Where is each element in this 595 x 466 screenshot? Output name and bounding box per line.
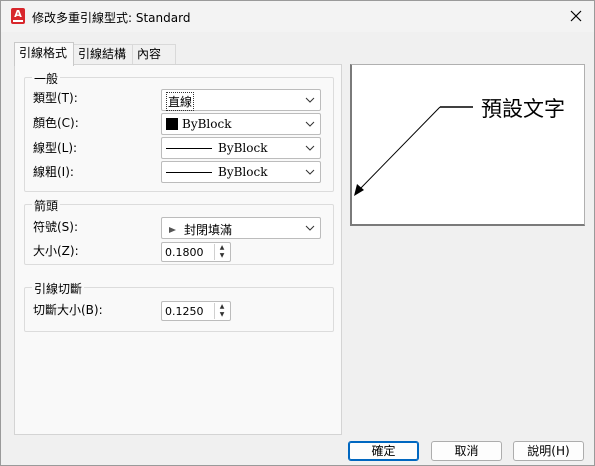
color-combo[interactable]: ByBlock (161, 113, 321, 135)
general-group: 一般 類型(T): 直線 顏色(C): ByBlock 線型(L): ByBlo… (24, 70, 334, 192)
linetype-combo[interactable]: ByBlock (161, 137, 321, 159)
help-button[interactable]: 說明(H) (513, 441, 584, 461)
break-size-spinner[interactable]: 0.1250 ▲ ▼ (161, 301, 231, 321)
type-value: 直線 (166, 92, 195, 111)
chevron-down-icon (305, 97, 315, 103)
landing-break-group: 引線切斷 切斷大小(B): 0.1250 ▲ ▼ (24, 280, 334, 332)
tab-content[interactable]: 內容 (132, 44, 176, 65)
tab-leader-structure[interactable]: 引線結構 (73, 44, 133, 65)
linetype-value: ByBlock (218, 141, 268, 155)
close-button[interactable] (566, 6, 586, 26)
chevron-down-icon (305, 225, 315, 231)
arrow-size-label: 大小(Z): (33, 244, 79, 258)
arrow-size-value: 0.1800 (165, 246, 204, 259)
spin-down-button[interactable]: ▼ (215, 252, 229, 260)
symbol-combo[interactable]: 封閉填滿 (161, 217, 321, 239)
general-legend: 一般 (32, 70, 61, 87)
closed-filled-arrow-icon (169, 227, 176, 233)
linetype-sample (166, 148, 212, 149)
leader-preview-drawing: 預設文字 (354, 97, 565, 196)
landing-break-legend: 引線切斷 (32, 280, 85, 297)
dialog-window: A 修改多重引線型式: Standard 引線格式 引線結構 內容 一般 類型(… (0, 0, 595, 466)
type-label: 類型(T): (33, 91, 78, 105)
chevron-down-icon (305, 169, 315, 175)
lineweight-combo[interactable]: ByBlock (161, 161, 321, 183)
arrowhead-group: 箭頭 符號(S): 封閉填滿 大小(Z): 0.1800 ▲ ▼ (24, 197, 334, 265)
chevron-down-icon (305, 145, 315, 151)
spin-down-button[interactable]: ▼ (215, 311, 229, 319)
type-combo[interactable]: 直線 (161, 89, 321, 111)
leader-format-panel: 一般 類型(T): 直線 顏色(C): ByBlock 線型(L): ByBlo… (14, 64, 342, 435)
window-title: 修改多重引線型式: Standard (32, 11, 191, 25)
chevron-down-icon (305, 121, 315, 127)
autocad-app-icon: A (11, 8, 25, 24)
lineweight-sample (166, 172, 212, 173)
arrowhead-legend: 箭頭 (32, 197, 61, 214)
preview-text: 預設文字 (481, 97, 565, 121)
cancel-button[interactable]: 取消 (431, 441, 502, 461)
break-size-label: 切斷大小(B): (33, 303, 103, 317)
break-size-value: 0.1250 (165, 305, 204, 318)
leader-preview: 預設文字 (350, 64, 585, 226)
spin-up-button[interactable]: ▲ (215, 244, 229, 252)
spin-up-button[interactable]: ▲ (215, 303, 229, 311)
tab-leader-format[interactable]: 引線格式 (14, 42, 74, 66)
color-swatch (166, 118, 178, 130)
color-value: ByBlock (182, 117, 232, 131)
close-icon (570, 10, 582, 22)
arrow-size-spinner[interactable]: 0.1800 ▲ ▼ (161, 242, 231, 262)
linetype-label: 線型(L): (33, 141, 78, 155)
color-label: 顏色(C): (33, 116, 79, 130)
lineweight-value: ByBlock (218, 165, 268, 179)
symbol-value: 封閉填滿 (184, 223, 233, 237)
ok-button[interactable]: 確定 (348, 441, 419, 461)
lineweight-label: 線粗(I): (33, 165, 74, 179)
title-bar: A 修改多重引線型式: Standard (1, 1, 594, 32)
symbol-label: 符號(S): (33, 220, 79, 234)
